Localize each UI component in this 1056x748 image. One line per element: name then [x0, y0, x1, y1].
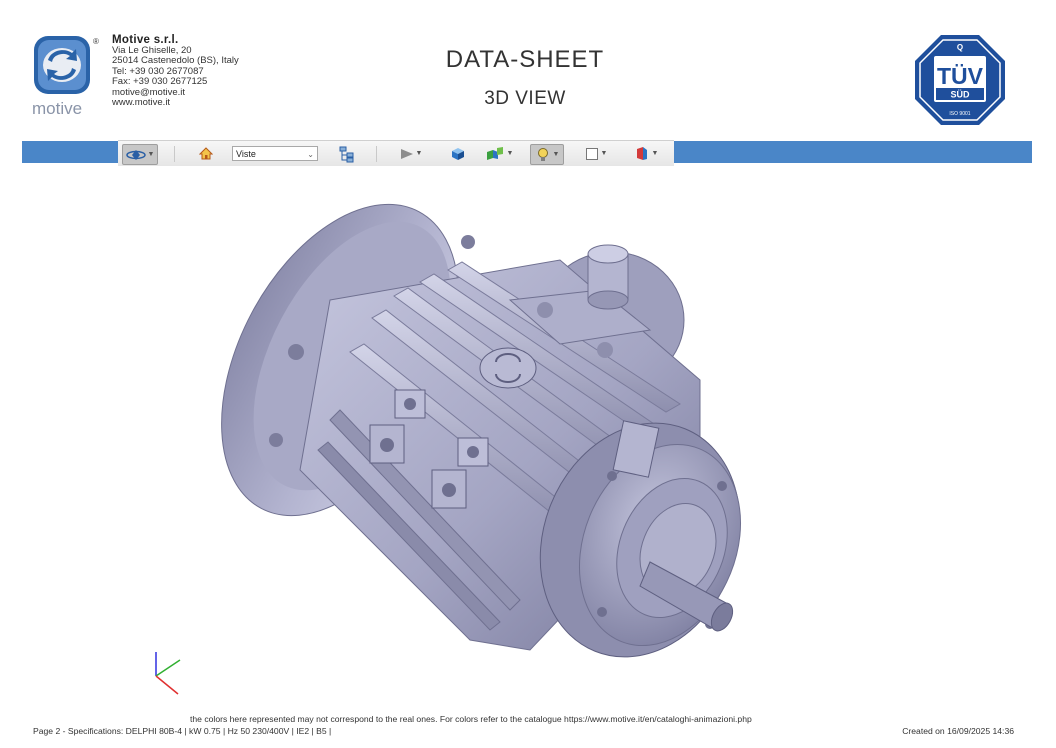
model-tree-button[interactable]: [336, 144, 358, 163]
views-dropdown-value: Viste: [236, 149, 256, 159]
svg-text:ISO 9001: ISO 9001: [949, 111, 970, 117]
parts-button[interactable]: ▼: [482, 144, 516, 163]
background-icon: [585, 147, 598, 160]
rotate-mode-icon: [125, 149, 146, 160]
model-tree-icon: [339, 146, 354, 162]
play-icon: [400, 148, 413, 159]
company-website[interactable]: www.motive.it: [112, 97, 239, 108]
toolbar-separator: [174, 146, 175, 162]
render-mode-button[interactable]: ▼: [630, 144, 662, 163]
home-button[interactable]: [196, 144, 216, 163]
render-mode-icon: [636, 146, 647, 160]
page-specifications: Page 2 - Specifications: DELPHI 80B-4 | …: [33, 726, 332, 736]
chevron-down-icon: ▼: [600, 150, 608, 157]
motive-logo: motive ®: [30, 34, 104, 120]
axis-triad-icon: [155, 652, 181, 695]
parts-icon: [486, 146, 503, 160]
svg-text:Q: Q: [957, 43, 963, 52]
created-timestamp: Created on 16/09/2025 14:36: [902, 726, 1014, 736]
axis-triad: [146, 648, 186, 698]
animation-play-button[interactable]: ▼: [396, 144, 426, 163]
background-button[interactable]: ▼: [580, 144, 612, 163]
chevron-down-icon: ▼: [651, 150, 659, 157]
chevron-down-icon: ▼: [415, 150, 423, 157]
3d-viewport[interactable]: [22, 166, 1032, 712]
chevron-down-icon: ▼: [506, 150, 514, 157]
color-disclaimer: the colors here represented may not corr…: [190, 714, 752, 724]
chevron-down-icon: ▼: [147, 151, 155, 158]
cube-icon: [452, 147, 464, 160]
svg-text:motive: motive: [32, 99, 82, 118]
chevron-down-icon: ▼: [552, 151, 560, 158]
rotate-mode-button[interactable]: ▼: [122, 144, 158, 165]
page-title: DATA-SHEET: [445, 46, 605, 73]
motive-logo-icon: motive ®: [32, 36, 99, 118]
chevron-down-icon: ⌄: [307, 150, 314, 159]
svg-text:TÜV: TÜV: [937, 63, 984, 89]
lighting-button[interactable]: ▼: [530, 144, 564, 165]
svg-text:®: ®: [93, 37, 99, 46]
tuv-sud-icon: Q TÜV SÜD ISO 9001: [915, 35, 1005, 125]
light-icon: [537, 147, 548, 161]
tuv-certification-badge: Q TÜV SÜD ISO 9001: [914, 34, 1006, 126]
viewer-toolbar: ▼ Viste ⌄ ▼ ▼ ▼ ▼ ▼: [118, 140, 674, 166]
electric-motor-3d-model: [221, 203, 742, 658]
home-icon: [199, 147, 213, 160]
company-info: Motive s.r.l. Via Le Ghiselle, 20 25014 …: [112, 34, 239, 108]
toolbar-separator: [376, 146, 377, 162]
page-subtitle: 3D VIEW: [484, 88, 566, 109]
views-dropdown[interactable]: Viste ⌄: [232, 146, 318, 161]
svg-text:SÜD: SÜD: [950, 90, 970, 100]
cube-view-button[interactable]: [448, 144, 468, 163]
